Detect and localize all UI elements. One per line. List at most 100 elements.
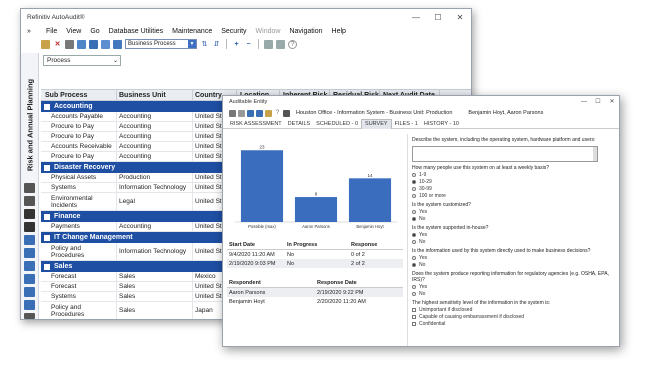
list-item[interactable]: 2/19/2020 9:03 PM No 2 of 2 (227, 259, 403, 268)
collapse-icon[interactable] (44, 234, 50, 241)
add-icon[interactable]: + (232, 40, 241, 49)
checkbox-option[interactable]: Unimportant if disclosed (412, 306, 615, 313)
col-response[interactable]: Response (349, 242, 403, 248)
grid-icon[interactable] (101, 39, 110, 49)
radio-option[interactable]: 100 or more (412, 192, 615, 199)
col-in-progress[interactable]: In Progress (285, 242, 349, 248)
chart-icon[interactable] (113, 39, 122, 49)
radio-option[interactable]: No (412, 238, 615, 245)
maximize-button[interactable]: ☐ (591, 98, 605, 105)
trash-icon[interactable] (276, 39, 285, 49)
list-item[interactable]: Benjamin Hoyt 2/20/2020 11:20 AM (227, 297, 403, 306)
col-sub-process[interactable]: Sub Process (41, 90, 117, 100)
checkbox-option[interactable]: Capable of causing embarrassment if disc… (412, 313, 615, 320)
radio-option[interactable]: No (412, 261, 615, 268)
back-arrow-icon[interactable]: » (27, 28, 37, 35)
menu-view[interactable]: View (66, 28, 81, 35)
gear-icon[interactable] (24, 209, 35, 219)
menu-navigation[interactable]: Navigation (289, 28, 322, 35)
remove-icon[interactable]: − (244, 40, 253, 49)
chart-bar[interactable] (348, 178, 392, 222)
radio-option[interactable]: Yes (412, 208, 615, 215)
list-icon[interactable] (283, 109, 290, 117)
radio-option[interactable]: 1-9 (412, 171, 615, 178)
collapse-icon[interactable] (44, 164, 50, 171)
help-icon[interactable]: ? (274, 110, 281, 117)
close-button[interactable]: ✕ (605, 98, 619, 105)
edit-icon[interactable] (24, 235, 35, 245)
chart-bar[interactable] (294, 197, 338, 222)
folder-icon[interactable] (265, 109, 272, 117)
print-icon[interactable] (65, 39, 74, 49)
radio-button[interactable] (412, 172, 416, 177)
minimize-button[interactable]: — (405, 13, 427, 22)
col-start-date[interactable]: Start Date (227, 242, 285, 248)
col-respondent[interactable]: Respondent (227, 280, 315, 286)
checkbox[interactable] (412, 307, 416, 312)
radio-option[interactable]: 30-99 (412, 185, 615, 192)
radio-option[interactable]: Yes (412, 254, 615, 261)
list-item[interactable]: 9/4/2020 11:20 AM No 0 of 2 (227, 250, 403, 259)
copy-icon[interactable] (247, 109, 254, 117)
print-icon[interactable] (238, 109, 245, 117)
schedule-icon[interactable] (24, 248, 35, 258)
save-icon[interactable] (229, 109, 236, 117)
radio-option[interactable]: No (412, 215, 615, 222)
radio-button[interactable] (412, 284, 416, 289)
menu-go[interactable]: Go (90, 28, 99, 35)
radio-button[interactable] (412, 216, 416, 221)
tab-survey[interactable]: SURVEY (361, 118, 392, 129)
alert-icon[interactable] (24, 222, 35, 232)
book-icon[interactable] (24, 196, 35, 206)
menu-database-utilities[interactable]: Database Utilities (109, 28, 163, 35)
sort-icon[interactable]: ⇅ (200, 40, 209, 49)
delete-icon[interactable]: ✕ (53, 40, 62, 49)
checkbox[interactable] (412, 321, 416, 326)
radio-button[interactable] (412, 291, 416, 296)
radio-option[interactable]: No (412, 290, 615, 297)
radio-button[interactable] (412, 262, 416, 267)
open-folder-icon[interactable] (41, 39, 50, 49)
collapse-icon[interactable] (44, 263, 50, 270)
chart-bar[interactable] (240, 150, 284, 222)
menu-maintenance[interactable]: Maintenance (172, 28, 212, 35)
tab-files[interactable]: FILES - 1 (392, 119, 421, 129)
description-textarea[interactable] (412, 146, 598, 162)
checkbox-option[interactable]: Confidential (412, 320, 615, 327)
people-icon[interactable] (24, 287, 35, 297)
collapse-icon[interactable] (44, 213, 50, 220)
tab-scheduled[interactable]: SCHEDULED - 0 (313, 119, 361, 129)
document-icon[interactable] (89, 39, 98, 49)
list-icon[interactable] (24, 300, 35, 310)
radio-button[interactable] (412, 239, 416, 244)
radio-option[interactable]: 10-29 (412, 178, 615, 185)
maximize-button[interactable]: ☐ (427, 13, 449, 22)
minimize-button[interactable]: — (577, 99, 591, 105)
calendar-icon[interactable] (24, 183, 35, 193)
business-process-dropdown[interactable]: Business Process ▼ (125, 39, 197, 49)
report-icon[interactable] (24, 261, 35, 271)
radio-button[interactable] (412, 179, 416, 184)
checkbox[interactable] (412, 314, 416, 319)
radio-button[interactable] (412, 186, 416, 191)
collapse-icon[interactable] (44, 103, 50, 110)
menu-file[interactable]: File (46, 28, 57, 35)
filter-icon[interactable] (264, 39, 273, 49)
menu-help[interactable]: Help (332, 28, 346, 35)
col-business-unit[interactable]: Business Unit (117, 90, 193, 100)
radio-option[interactable]: Yes (412, 283, 615, 290)
tab-risk-assessment[interactable]: RISK ASSESSMENT (227, 119, 285, 129)
tab-details[interactable]: DETAILS (285, 119, 314, 129)
col-response-date[interactable]: Response Date (315, 280, 403, 286)
radio-button[interactable] (412, 209, 416, 214)
file-icon[interactable] (24, 274, 35, 284)
tab-history[interactable]: HISTORY - 10 (421, 119, 462, 129)
radio-button[interactable] (412, 255, 416, 260)
copy-icon[interactable] (77, 39, 86, 49)
list-item[interactable]: Aaron Parsons 2/19/2020 9:22 PM (227, 288, 403, 297)
radio-option[interactable]: Yes (412, 231, 615, 238)
menu-security[interactable]: Security (221, 28, 246, 35)
radio-button[interactable] (412, 232, 416, 237)
edit-icon[interactable] (256, 109, 263, 117)
process-select[interactable]: Process ⌄ (43, 55, 121, 66)
